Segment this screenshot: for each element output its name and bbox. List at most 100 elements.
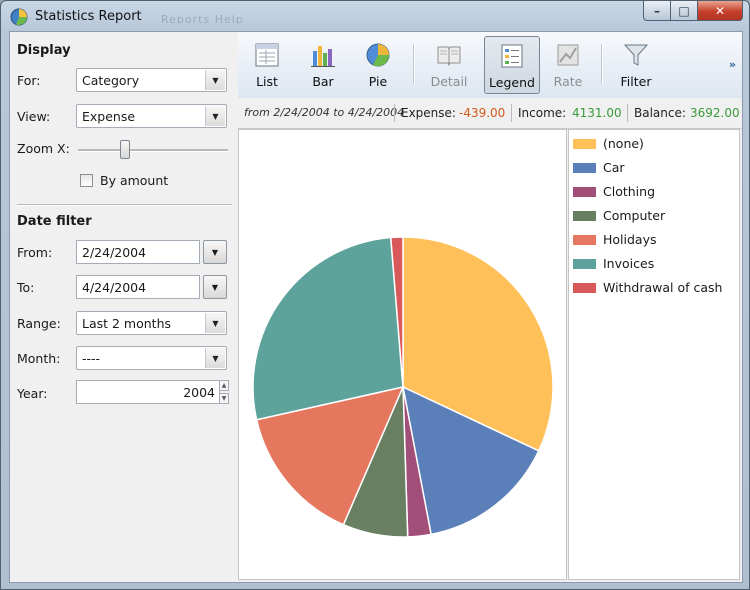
legend-label: Invoices xyxy=(603,256,655,271)
toolbar-separator xyxy=(601,44,603,84)
list-label: List xyxy=(256,74,278,89)
legend-swatch xyxy=(573,283,596,293)
legend-swatch xyxy=(573,259,596,269)
income-label: Income: xyxy=(518,106,567,120)
pie-chart-icon xyxy=(366,43,390,67)
legend-label: (none) xyxy=(603,136,644,151)
list-icon xyxy=(255,43,279,67)
view-label: View: xyxy=(17,109,51,124)
chevron-down-icon[interactable]: ▼ xyxy=(205,106,225,126)
detail-button[interactable]: Detail xyxy=(425,36,473,94)
legend-label: Withdrawal of cash xyxy=(603,280,723,295)
summary-divider xyxy=(394,104,395,122)
legend-swatch xyxy=(573,139,596,149)
for-combobox[interactable]: Category ▼ xyxy=(76,68,227,92)
month-value: ---- xyxy=(82,351,101,366)
date-range-text: from 2/24/2004 to 4/24/2004 xyxy=(244,106,405,119)
expense-label: Expense: xyxy=(401,106,456,120)
year-value: 2004 xyxy=(183,385,215,400)
chevron-down-icon[interactable]: ▼ xyxy=(205,313,225,333)
summary-divider xyxy=(511,104,512,122)
to-date-field[interactable]: 4/24/2004 xyxy=(76,275,200,299)
rate-icon xyxy=(557,44,579,66)
summary-bar: from 2/24/2004 to 4/24/2004 Expense: -43… xyxy=(238,98,742,129)
zoom-slider-track[interactable] xyxy=(78,149,228,152)
section-divider xyxy=(17,204,232,206)
toolbar: List Bar Pie Detail Legend Rate Filter » xyxy=(238,32,742,99)
title-bar[interactable]: Statistics Report Reports Help – □ ✕ xyxy=(1,1,749,31)
list-button[interactable]: List xyxy=(246,36,288,94)
pie-chart[interactable] xyxy=(239,130,566,579)
minimize-icon: – xyxy=(654,3,660,18)
expense-value: -439.00 xyxy=(459,106,506,120)
year-field[interactable]: 2004 xyxy=(76,380,220,404)
window-title: Statistics Report xyxy=(35,9,142,24)
toolbar-separator xyxy=(413,44,415,84)
window-title-ghost: Reports Help xyxy=(161,13,244,26)
app-pie-icon xyxy=(10,8,28,26)
from-date-field[interactable]: 2/24/2004 xyxy=(76,240,200,264)
to-value: 4/24/2004 xyxy=(82,280,147,295)
pie-slice-invoices[interactable] xyxy=(252,236,404,421)
zoom-label: Zoom X: xyxy=(17,141,70,156)
legend-icon xyxy=(501,44,523,68)
window-controls: – □ ✕ xyxy=(643,1,743,21)
by-amount-checkbox[interactable] xyxy=(80,174,93,187)
year-label: Year: xyxy=(17,386,48,401)
view-value: Expense xyxy=(82,109,136,124)
legend-swatch xyxy=(573,235,596,245)
legend-panel: (none) Car Clothing Computer Holidays Invoice… xyxy=(568,129,740,580)
legend-label: Holidays xyxy=(603,232,657,247)
pie-label: Pie xyxy=(368,74,388,89)
for-value: Category xyxy=(82,73,140,88)
rate-button[interactable]: Rate xyxy=(546,36,590,94)
to-label: To: xyxy=(17,280,35,295)
from-value: 2/24/2004 xyxy=(82,245,147,260)
client-area: Display For: Category ▼ View: Expense ▼ … xyxy=(9,31,743,583)
legend-button[interactable]: Legend xyxy=(484,36,540,94)
filter-funnel-icon xyxy=(623,44,649,66)
zoom-slider-thumb[interactable] xyxy=(120,140,130,159)
to-calendar-button[interactable]: ▼ xyxy=(203,275,227,299)
spin-down-icon[interactable]: ▼ xyxy=(219,393,229,404)
date-filter-heading: Date filter xyxy=(17,214,92,229)
statistics-report-window: Statistics Report Reports Help – □ ✕ Dis… xyxy=(0,0,750,590)
bar-button[interactable]: Bar xyxy=(302,36,344,94)
book-icon xyxy=(437,46,461,67)
view-combobox[interactable]: Expense ▼ xyxy=(76,104,227,128)
toolbar-overflow-chevron-icon[interactable]: » xyxy=(729,58,736,71)
legend-label: Clothing xyxy=(603,184,656,199)
for-label: For: xyxy=(17,73,41,88)
from-label: From: xyxy=(17,245,53,260)
display-heading: Display xyxy=(17,43,71,58)
minimize-button[interactable]: – xyxy=(643,1,671,21)
legend-label: Legend xyxy=(489,75,535,90)
legend-swatch xyxy=(573,211,596,221)
legend-swatch xyxy=(573,187,596,197)
spin-up-icon[interactable]: ▲ xyxy=(219,380,229,391)
balance-label: Balance: xyxy=(634,106,686,120)
close-icon: ✕ xyxy=(714,3,726,18)
year-spinner[interactable]: ▲ ▼ xyxy=(219,380,229,404)
range-value: Last 2 months xyxy=(82,316,172,331)
range-label: Range: xyxy=(17,316,61,331)
balance-value: 3692.00 xyxy=(690,106,740,120)
pie-button[interactable]: Pie xyxy=(357,36,399,94)
filter-button[interactable]: Filter xyxy=(612,36,660,94)
legend-label: Computer xyxy=(603,208,666,223)
from-calendar-button[interactable]: ▼ xyxy=(203,240,227,264)
by-amount-label[interactable]: By amount xyxy=(100,173,168,188)
chevron-down-icon: ▼ xyxy=(211,247,219,257)
options-panel: Display For: Category ▼ View: Expense ▼ … xyxy=(10,32,238,582)
chevron-down-icon[interactable]: ▼ xyxy=(205,348,225,368)
maximize-button[interactable]: □ xyxy=(671,1,698,21)
close-button[interactable]: ✕ xyxy=(698,1,743,21)
range-combobox[interactable]: Last 2 months ▼ xyxy=(76,311,227,335)
legend-label: Car xyxy=(603,160,625,175)
legend-swatch xyxy=(573,163,596,173)
chevron-down-icon[interactable]: ▼ xyxy=(205,70,225,90)
rate-label: Rate xyxy=(553,74,583,89)
summary-divider xyxy=(627,104,628,122)
month-combobox[interactable]: ---- ▼ xyxy=(76,346,227,370)
chart-panel xyxy=(238,129,567,580)
